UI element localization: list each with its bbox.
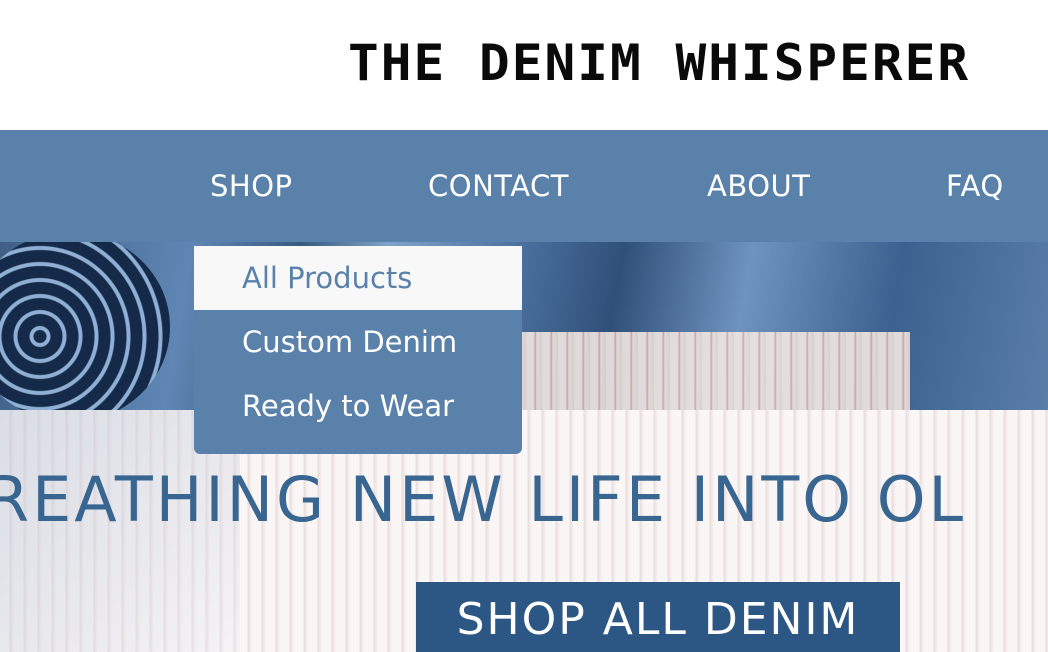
nav-item-faq[interactable]: FAQ (946, 168, 1004, 204)
page: THE DENIM WHISPERER SHOP CONTACT ABOUT F… (0, 0, 1048, 652)
nav-item-about[interactable]: ABOUT (707, 168, 811, 204)
dropdown-item-ready-to-wear[interactable]: Ready to Wear (194, 374, 522, 438)
main-nav: SHOP CONTACT ABOUT FAQ (0, 130, 1048, 242)
shop-dropdown-menu: All Products Custom Denim Ready to Wear (194, 246, 522, 454)
shop-all-denim-label: SHOP ALL DENIM (456, 594, 860, 645)
site-header: THE DENIM WHISPERER (0, 0, 1048, 130)
shop-all-denim-button[interactable]: SHOP ALL DENIM (416, 582, 900, 652)
nav-item-contact[interactable]: CONTACT (428, 168, 569, 204)
dropdown-item-custom-denim[interactable]: Custom Denim (194, 310, 522, 374)
site-logo[interactable]: THE DENIM WHISPERER (348, 28, 1001, 98)
nav-item-shop[interactable]: SHOP (210, 168, 293, 204)
hero-banner: REATHING NEW LIFE INTO OL SHOP ALL DENIM (0, 242, 1048, 652)
hero-heading: REATHING NEW LIFE INTO OL (0, 462, 967, 536)
dropdown-item-all-products[interactable]: All Products (194, 246, 522, 310)
